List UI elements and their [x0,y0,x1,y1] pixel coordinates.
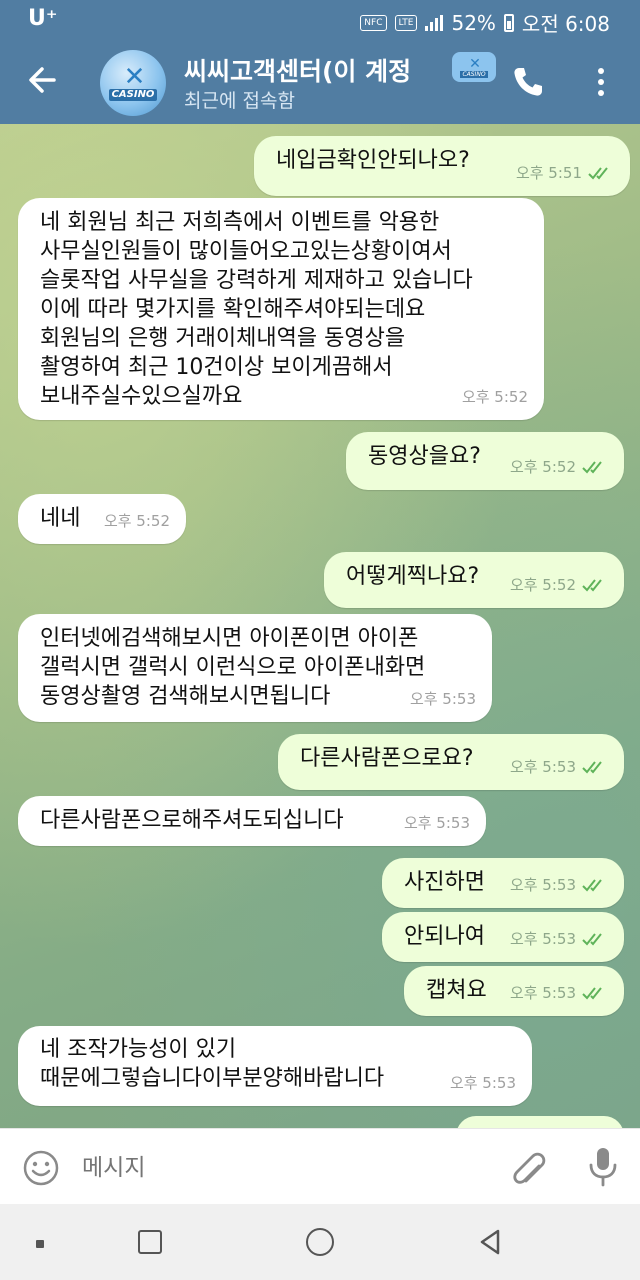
signal-icon [425,14,444,31]
incoming-message[interactable]: 네 조작가능성이 있기 때문에그렇습니다이부분양해바랍니다 오후 5:53 [18,1026,532,1106]
message-time: 오후 5:53 [403,814,470,832]
lte-icon: LTE [394,14,418,31]
paperclip-icon[interactable] [508,1147,548,1189]
microphone-icon[interactable] [586,1145,620,1189]
title-logo-badge: ✕ CASINO [452,52,496,82]
message-time: 오후 5:53 [449,1074,516,1092]
carrier-label: U⁺ [28,6,58,31]
double-check-icon [582,933,602,946]
outgoing-message[interactable]: 다른사람폰으로요? 오후 5:53 [278,734,624,790]
message-meta: 오후 5:52 [462,383,528,412]
message-input[interactable] [80,1149,484,1187]
nav-back-icon[interactable] [476,1228,504,1256]
message-meta: 오후 5:53 [510,752,608,782]
message-time: 오후 5:52 [509,576,576,594]
more-vert-icon[interactable] [588,64,614,100]
incoming-message[interactable]: 다른사람폰으로해주셔도되십니다 오후 5:53 [18,796,486,846]
message-time: 오후 5:52 [103,512,170,530]
home-icon[interactable] [306,1228,334,1256]
nav-menu-dot-icon[interactable] [36,1240,44,1248]
back-arrow-icon[interactable] [24,62,60,98]
message-time: 오후 5:52 [509,458,576,476]
message-time: 오후 5:51 [515,164,582,182]
battery-icon [503,13,514,32]
avatar[interactable]: ✕ CASINO [100,50,166,116]
avatar-logo-text: CASINO [108,89,158,101]
message-meta: 오후 5:52 [510,452,608,482]
incoming-message[interactable]: 네네 오후 5:52 [18,494,186,544]
message-meta: 오후 5:51 [516,158,614,188]
message-meta: 오후 5:53 [510,978,608,1008]
chat-header: ✕ CASINO 씨씨고객센터(이 계정 ✕ CASINO 최근에 접속함 [0,40,640,124]
message-time: 오후 5:53 [509,758,576,776]
status-icons: NFC LTE 52% 오전 6:08 [360,8,610,37]
message-list[interactable]: 네입금확인안되나오? 오후 5:51 네 회원님 최근 저희측에서 이벤트를 악… [0,124,640,1128]
battery-percent: 52% [451,10,496,35]
emoji-icon[interactable] [22,1149,60,1187]
composer-bar [0,1128,640,1205]
status-bar: U⁺ NFC LTE 52% 오전 6:08 [0,0,640,40]
message-time: 오후 5:52 [461,388,528,406]
outgoing-message[interactable]: 어떻게찍나요? 오후 5:52 [324,552,624,608]
message-text: 네 조작가능성이 있기 때문에그렇습니다이부분양해바랍니다 [40,1037,385,1091]
message-meta: 오후 5:53 [510,924,608,954]
chat-title[interactable]: 씨씨고객센터(이 계정 [184,52,411,88]
message-text: 인터넷에검색해보시면 아이폰이면 아이폰 갤럭시면 갤럭시 이런식으로 아이폰내… [40,626,426,709]
outgoing-message-partial[interactable] [456,1116,624,1128]
message-text: 네 회원님 최근 저희측에서 이벤트를 악용한 사무실인원들이 많이들어오고있는… [40,210,473,409]
double-check-icon [582,761,602,774]
double-check-icon [588,167,608,180]
message-meta: 오후 5:52 [510,570,608,600]
outgoing-message[interactable]: 안되나여 오후 5:53 [382,912,624,962]
avatar-logo-mark: ✕ [123,62,146,92]
message-meta: 오후 5:53 [510,870,608,900]
message-meta: 오후 5:52 [104,506,170,536]
message-meta: 오후 5:53 [404,808,470,838]
outgoing-message[interactable]: 사진하면 오후 5:53 [382,858,624,908]
message-meta: 오후 5:53 [450,1069,516,1098]
outgoing-message[interactable]: 동영상을요? 오후 5:52 [346,432,624,490]
message-time: 오후 5:53 [509,984,576,1002]
double-check-icon [582,879,602,892]
double-check-icon [582,987,602,1000]
message-time: 오후 5:53 [509,876,576,894]
badge-logo-text: CASINO [460,70,488,78]
nfc-icon: NFC [360,14,387,31]
message-time: 오후 5:53 [509,930,576,948]
system-nav-bar [0,1204,640,1280]
double-check-icon [582,461,602,474]
last-seen-status: 최근에 접속함 [184,90,295,112]
clock: 오전 6:08 [521,12,610,36]
recent-apps-icon[interactable] [138,1230,162,1254]
outgoing-message[interactable]: 네입금확인안되나오? 오후 5:51 [254,136,630,196]
double-check-icon [582,579,602,592]
outgoing-message[interactable]: 캡쳐요 오후 5:53 [404,966,624,1016]
message-meta: 오후 5:53 [410,685,476,714]
message-time: 오후 5:53 [409,690,476,708]
phone-icon[interactable] [510,64,546,100]
incoming-message[interactable]: 네 회원님 최근 저희측에서 이벤트를 악용한 사무실인원들이 많이들어오고있는… [18,198,544,420]
badge-logo-mark: ✕ [469,55,481,72]
incoming-message[interactable]: 인터넷에검색해보시면 아이폰이면 아이폰 갤럭시면 갤럭시 이런식으로 아이폰내… [18,614,492,722]
